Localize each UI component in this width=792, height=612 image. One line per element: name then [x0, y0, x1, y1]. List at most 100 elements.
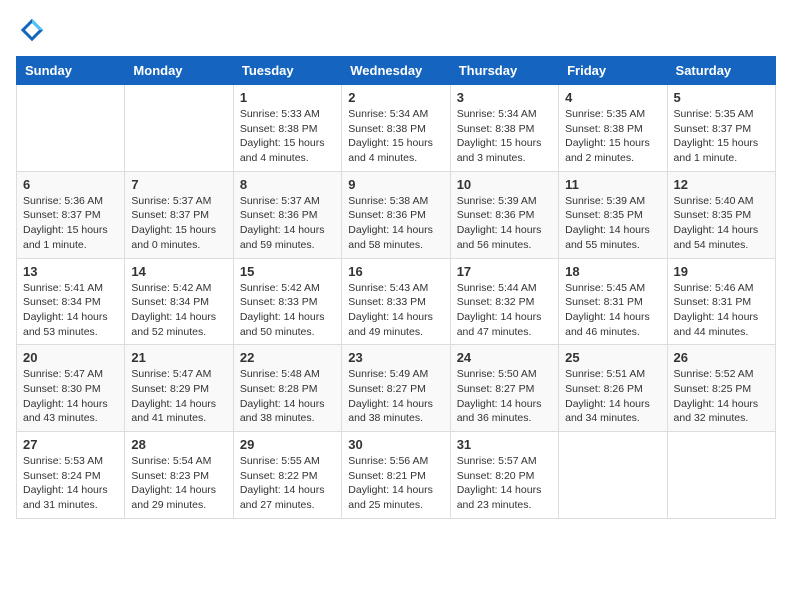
calendar-cell: 24 Sunrise: 5:50 AM Sunset: 8:27 PM Dayli…	[450, 345, 558, 432]
day-number: 7	[131, 177, 226, 192]
calendar-cell: 8Sunrise: 5:37 AM Sunset: 8:36 PM Daylig…	[233, 171, 341, 258]
day-number: 26	[674, 350, 769, 365]
calendar-cell: 25 Sunrise: 5:51 AM Sunset: 8:26 PM Dayli…	[559, 345, 667, 432]
calendar-week-row: 6 Sunrise: 5:36 AM Sunset: 8:37 PM Daylig…	[17, 171, 776, 258]
column-header-saturday: Saturday	[667, 57, 775, 85]
day-number: 22	[240, 350, 335, 365]
column-header-tuesday: Tuesday	[233, 57, 341, 85]
calendar-cell: 9 Sunrise: 5:38 AM Sunset: 8:36 PM Daylig…	[342, 171, 450, 258]
calendar-cell: 6 Sunrise: 5:36 AM Sunset: 8:37 PM Daylig…	[17, 171, 125, 258]
day-number: 29	[240, 437, 335, 452]
calendar-cell: 22 Sunrise: 5:48 AM Sunset: 8:28 PM Dayli…	[233, 345, 341, 432]
day-number: 5	[674, 90, 769, 105]
day-info: Sunrise: 5:38 AM Sunset: 8:36 PM Dayligh…	[348, 194, 443, 253]
calendar-cell	[125, 85, 233, 172]
day-number: 23	[348, 350, 443, 365]
calendar-cell	[17, 85, 125, 172]
day-info: Sunrise: 5:54 AM Sunset: 8:23 PM Dayligh…	[131, 454, 226, 513]
calendar-cell: 30Sunrise: 5:56 AM Sunset: 8:21 PM Dayli…	[342, 432, 450, 519]
calendar-week-row: 1 Sunrise: 5:33 AM Sunset: 8:38 PM Daylig…	[17, 85, 776, 172]
day-number: 31	[457, 437, 552, 452]
day-number: 25	[565, 350, 660, 365]
day-info: Sunrise: 5:47 AM Sunset: 8:29 PM Dayligh…	[131, 367, 226, 426]
calendar-cell: 29 Sunrise: 5:55 AM Sunset: 8:22 PM Dayli…	[233, 432, 341, 519]
day-number: 3	[457, 90, 552, 105]
calendar-cell	[559, 432, 667, 519]
calendar-cell: 3 Sunrise: 5:34 AM Sunset: 8:38 PM Daylig…	[450, 85, 558, 172]
column-header-sunday: Sunday	[17, 57, 125, 85]
day-info: Sunrise: 5:36 AM Sunset: 8:37 PM Dayligh…	[23, 194, 118, 253]
day-number: 24	[457, 350, 552, 365]
calendar-cell: 28 Sunrise: 5:54 AM Sunset: 8:23 PM Dayli…	[125, 432, 233, 519]
calendar-cell: 21 Sunrise: 5:47 AM Sunset: 8:29 PM Dayli…	[125, 345, 233, 432]
calendar-week-row: 13 Sunrise: 5:41 AM Sunset: 8:34 PM Dayli…	[17, 258, 776, 345]
day-info: Sunrise: 5:56 AM Sunset: 8:21 PM Dayligh…	[348, 454, 443, 513]
day-info: Sunrise: 5:51 AM Sunset: 8:26 PM Dayligh…	[565, 367, 660, 426]
calendar-cell: 23 Sunrise: 5:49 AM Sunset: 8:27 PM Dayli…	[342, 345, 450, 432]
column-header-thursday: Thursday	[450, 57, 558, 85]
calendar-cell: 18Sunrise: 5:45 AM Sunset: 8:31 PM Dayli…	[559, 258, 667, 345]
day-info: Sunrise: 5:47 AM Sunset: 8:30 PM Dayligh…	[23, 367, 118, 426]
day-info: Sunrise: 5:39 AM Sunset: 8:35 PM Dayligh…	[565, 194, 660, 253]
day-info: Sunrise: 5:50 AM Sunset: 8:27 PM Dayligh…	[457, 367, 552, 426]
calendar-cell: 1 Sunrise: 5:33 AM Sunset: 8:38 PM Daylig…	[233, 85, 341, 172]
calendar-table: SundayMondayTuesdayWednesdayThursdayFrid…	[16, 56, 776, 519]
calendar-header-row: SundayMondayTuesdayWednesdayThursdayFrid…	[17, 57, 776, 85]
day-info: Sunrise: 5:57 AM Sunset: 8:20 PM Dayligh…	[457, 454, 552, 513]
day-number: 21	[131, 350, 226, 365]
day-info: Sunrise: 5:40 AM Sunset: 8:35 PM Dayligh…	[674, 194, 769, 253]
day-info: Sunrise: 5:45 AM Sunset: 8:31 PM Dayligh…	[565, 281, 660, 340]
day-info: Sunrise: 5:55 AM Sunset: 8:22 PM Dayligh…	[240, 454, 335, 513]
day-number: 6	[23, 177, 118, 192]
day-number: 16	[348, 264, 443, 279]
day-info: Sunrise: 5:48 AM Sunset: 8:28 PM Dayligh…	[240, 367, 335, 426]
calendar-cell: 7 Sunrise: 5:37 AM Sunset: 8:37 PM Daylig…	[125, 171, 233, 258]
calendar-cell: 2 Sunrise: 5:34 AM Sunset: 8:38 PM Daylig…	[342, 85, 450, 172]
day-info: Sunrise: 5:42 AM Sunset: 8:33 PM Dayligh…	[240, 281, 335, 340]
day-info: Sunrise: 5:42 AM Sunset: 8:34 PM Dayligh…	[131, 281, 226, 340]
day-number: 2	[348, 90, 443, 105]
logo	[16, 16, 46, 44]
calendar-week-row: 27 Sunrise: 5:53 AM Sunset: 8:24 PM Dayli…	[17, 432, 776, 519]
column-header-monday: Monday	[125, 57, 233, 85]
column-header-wednesday: Wednesday	[342, 57, 450, 85]
calendar-cell: 11 Sunrise: 5:39 AM Sunset: 8:35 PM Dayli…	[559, 171, 667, 258]
day-number: 14	[131, 264, 226, 279]
page-header	[16, 16, 776, 44]
day-number: 1	[240, 90, 335, 105]
calendar-week-row: 20Sunrise: 5:47 AM Sunset: 8:30 PM Dayli…	[17, 345, 776, 432]
day-number: 10	[457, 177, 552, 192]
day-info: Sunrise: 5:35 AM Sunset: 8:38 PM Dayligh…	[565, 107, 660, 166]
day-info: Sunrise: 5:39 AM Sunset: 8:36 PM Dayligh…	[457, 194, 552, 253]
day-number: 17	[457, 264, 552, 279]
day-info: Sunrise: 5:37 AM Sunset: 8:37 PM Dayligh…	[131, 194, 226, 253]
day-info: Sunrise: 5:49 AM Sunset: 8:27 PM Dayligh…	[348, 367, 443, 426]
calendar-cell: 5 Sunrise: 5:35 AM Sunset: 8:37 PM Daylig…	[667, 85, 775, 172]
logo-icon	[18, 16, 46, 44]
day-info: Sunrise: 5:46 AM Sunset: 8:31 PM Dayligh…	[674, 281, 769, 340]
day-number: 12	[674, 177, 769, 192]
column-header-friday: Friday	[559, 57, 667, 85]
day-info: Sunrise: 5:41 AM Sunset: 8:34 PM Dayligh…	[23, 281, 118, 340]
day-info: Sunrise: 5:35 AM Sunset: 8:37 PM Dayligh…	[674, 107, 769, 166]
day-info: Sunrise: 5:34 AM Sunset: 8:38 PM Dayligh…	[457, 107, 552, 166]
calendar-cell: 12 Sunrise: 5:40 AM Sunset: 8:35 PM Dayli…	[667, 171, 775, 258]
day-number: 9	[348, 177, 443, 192]
calendar-cell: 19 Sunrise: 5:46 AM Sunset: 8:31 PM Dayli…	[667, 258, 775, 345]
day-number: 8	[240, 177, 335, 192]
day-number: 28	[131, 437, 226, 452]
calendar-cell: 27 Sunrise: 5:53 AM Sunset: 8:24 PM Dayli…	[17, 432, 125, 519]
day-info: Sunrise: 5:33 AM Sunset: 8:38 PM Dayligh…	[240, 107, 335, 166]
calendar-cell: 16Sunrise: 5:43 AM Sunset: 8:33 PM Dayli…	[342, 258, 450, 345]
calendar-cell: 26Sunrise: 5:52 AM Sunset: 8:25 PM Dayli…	[667, 345, 775, 432]
calendar-cell: 20Sunrise: 5:47 AM Sunset: 8:30 PM Dayli…	[17, 345, 125, 432]
day-info: Sunrise: 5:34 AM Sunset: 8:38 PM Dayligh…	[348, 107, 443, 166]
day-number: 11	[565, 177, 660, 192]
calendar-cell: 14 Sunrise: 5:42 AM Sunset: 8:34 PM Dayli…	[125, 258, 233, 345]
day-info: Sunrise: 5:53 AM Sunset: 8:24 PM Dayligh…	[23, 454, 118, 513]
day-number: 27	[23, 437, 118, 452]
calendar-cell: 15Sunrise: 5:42 AM Sunset: 8:33 PM Dayli…	[233, 258, 341, 345]
day-number: 19	[674, 264, 769, 279]
calendar-cell: 13 Sunrise: 5:41 AM Sunset: 8:34 PM Dayli…	[17, 258, 125, 345]
day-number: 13	[23, 264, 118, 279]
